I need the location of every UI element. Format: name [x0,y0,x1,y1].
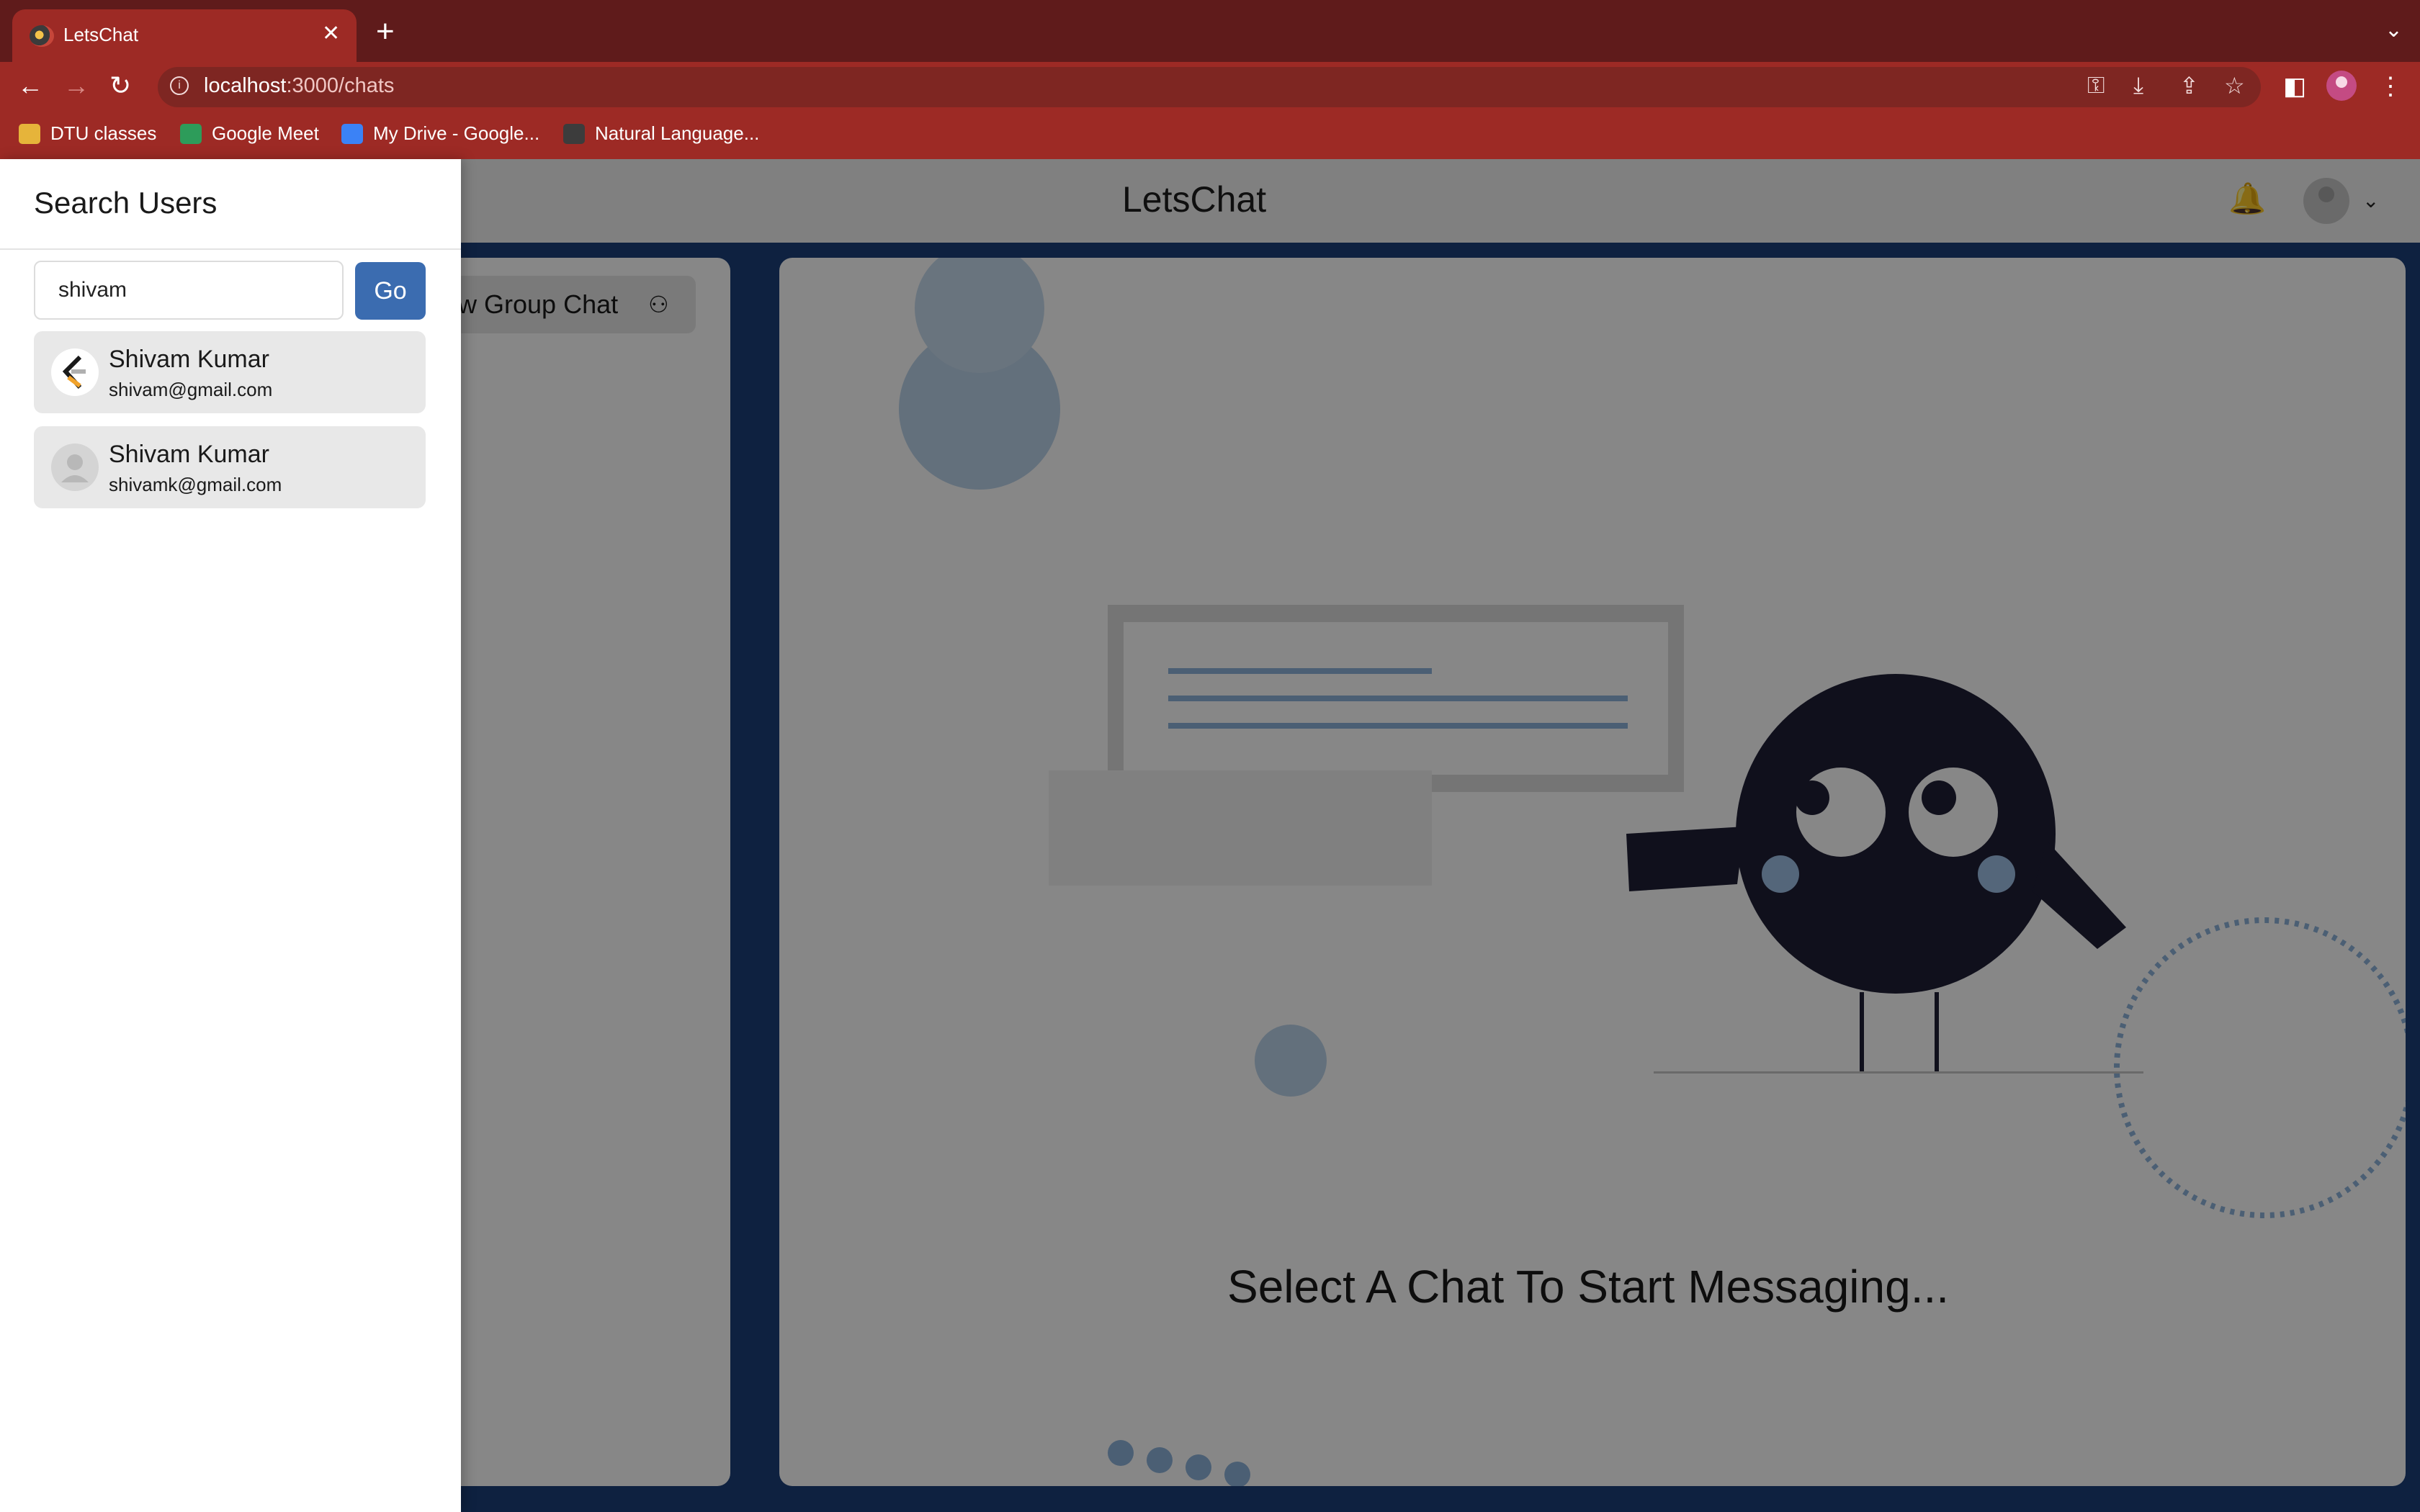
drawer-divider [0,248,461,250]
bookmark-label: Natural Language... [595,122,760,144]
result-name: Shivam Kumar [109,441,269,468]
bookmark-label: My Drive - Google... [373,122,540,144]
leetcode-logo-icon [62,355,86,390]
user-logo-avatar [51,348,99,396]
url-text[interactable]: localhost:3000/chats [204,74,394,98]
bookmark-star-icon[interactable]: ☆ [2224,72,2245,99]
install-app-icon[interactable]: ⤓ [2133,72,2143,99]
result-email: shivamk@gmail.com [109,474,282,495]
person-icon [61,454,89,482]
tab-close-icon[interactable]: ✕ [322,21,340,46]
bookmark-natural-language[interactable]: Natural Language... [563,122,759,145]
search-input[interactable] [34,261,344,320]
bookmark-dtu-classes[interactable]: DTU classes [19,122,156,145]
default-avatar [51,444,99,491]
result-name: Shivam Kumar [109,346,269,373]
drawer-title: Search Users [34,186,218,220]
url-path: :3000/chats [286,74,395,97]
url-host: localhost [204,74,287,97]
tab-title: LetsChat [63,24,139,45]
back-icon[interactable]: ← [17,71,43,101]
bookmark-label: DTU classes [50,122,157,144]
address-bar[interactable] [158,67,2261,107]
new-tab-icon[interactable]: + [376,16,395,48]
browser-menu-icon[interactable]: ⋮ [2378,72,2403,101]
browser-profile-avatar[interactable] [2326,71,2357,101]
forward-icon[interactable]: → [63,71,89,101]
tab-search-chevron-icon[interactable]: ⌄ [2385,17,2403,42]
drive-icon [341,123,363,144]
tab-strip [0,0,2420,62]
search-result-item[interactable]: Shivam Kumar shivamk@gmail.com [34,426,426,508]
classroom-icon [19,123,40,144]
bookmark-my-drive[interactable]: My Drive - Google... [341,122,539,145]
bookmark-label: Google Meet [212,122,319,144]
go-button[interactable]: Go [355,262,426,320]
result-email: shivam@gmail.com [109,379,273,400]
side-panel-icon[interactable]: ◧ [2283,72,2306,101]
reload-icon[interactable]: ↻ [109,71,131,101]
browser-tab[interactable]: LetsChat ✕ [12,9,357,62]
search-result-item[interactable]: Shivam Kumar shivam@gmail.com [34,331,426,413]
key-icon[interactable]: ⚿ [2087,72,2105,99]
tab-favicon-icon [30,25,54,47]
site-info-icon[interactable]: i [170,76,189,95]
course-icon [563,123,585,144]
share-icon[interactable]: ⇪ [2179,72,2199,99]
meet-icon [180,123,202,144]
bookmark-google-meet[interactable]: Google Meet [180,122,319,145]
